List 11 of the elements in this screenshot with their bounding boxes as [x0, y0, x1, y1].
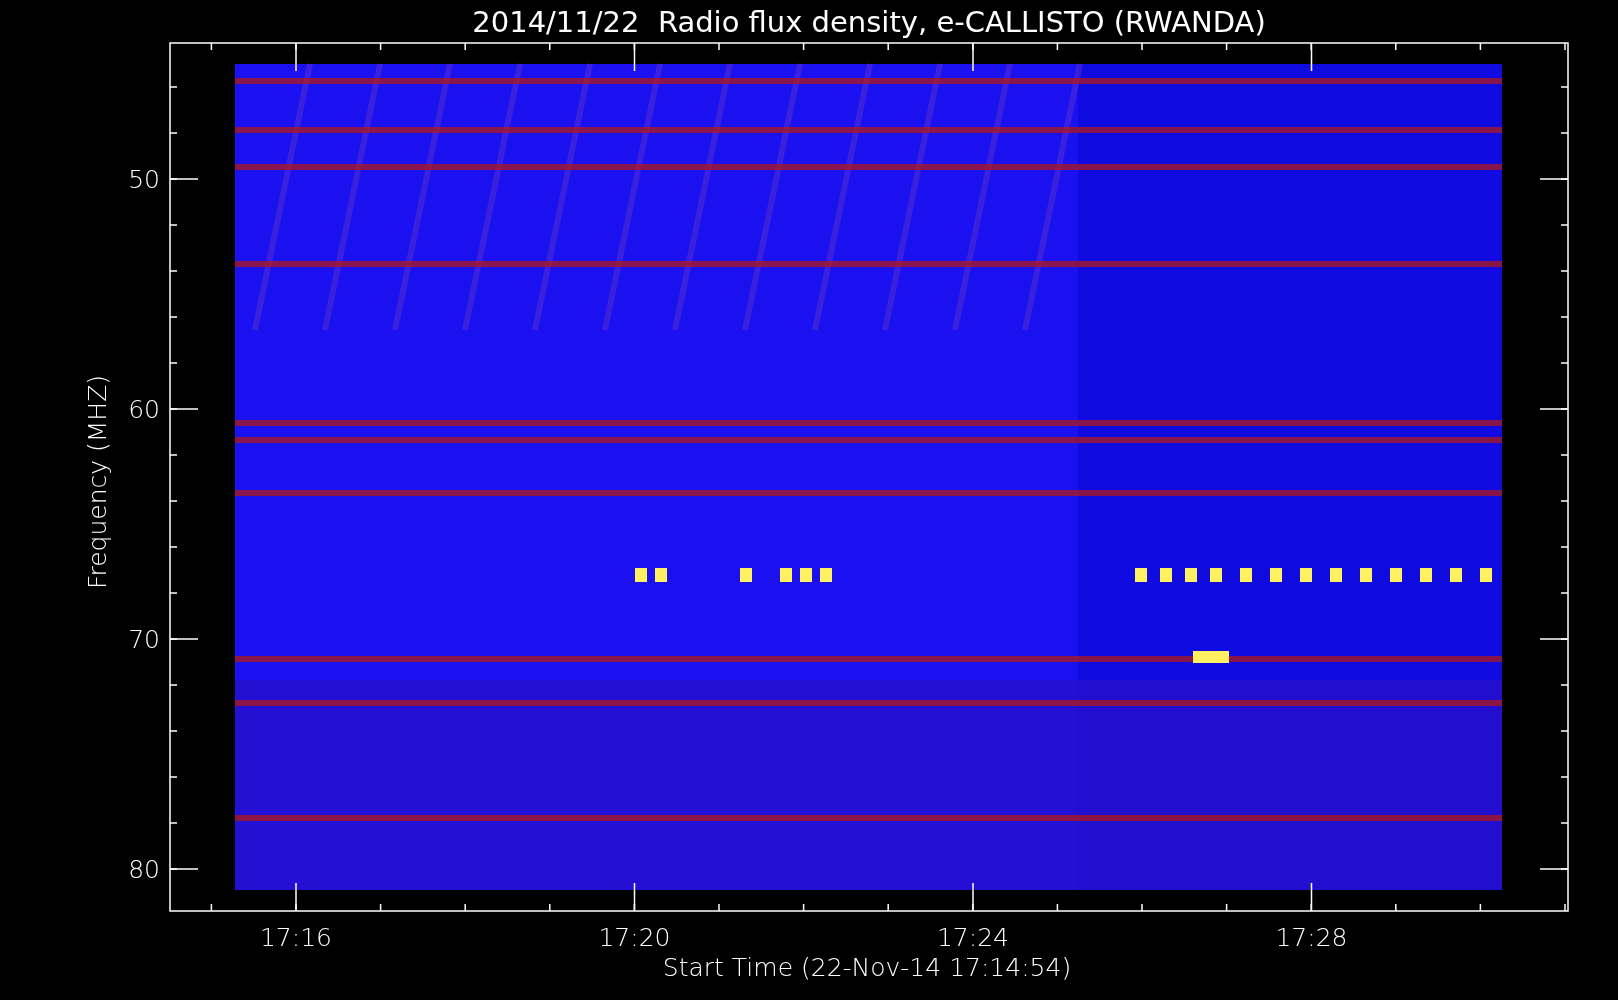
y-tick-label: 80 [128, 855, 160, 884]
chart-title: 2014/11/22 Radio flux density, e-CALLISTO (RWANDA) [472, 5, 1266, 39]
y-tick-label: 60 [128, 395, 160, 424]
x-tick-label: 17:16 [260, 923, 332, 952]
x-tick-label: 17:20 [598, 923, 671, 952]
x-tick-label: 17:28 [1275, 923, 1348, 952]
x-axis-label: Start Time (22-Nov-14 17:14:54) [662, 953, 1072, 982]
y-tick-label: 50 [128, 165, 160, 194]
y-axis-label: Frequency (MHZ) [83, 374, 112, 590]
y-tick-label: 70 [128, 625, 160, 654]
x-tick-label: 17:24 [937, 923, 1009, 952]
